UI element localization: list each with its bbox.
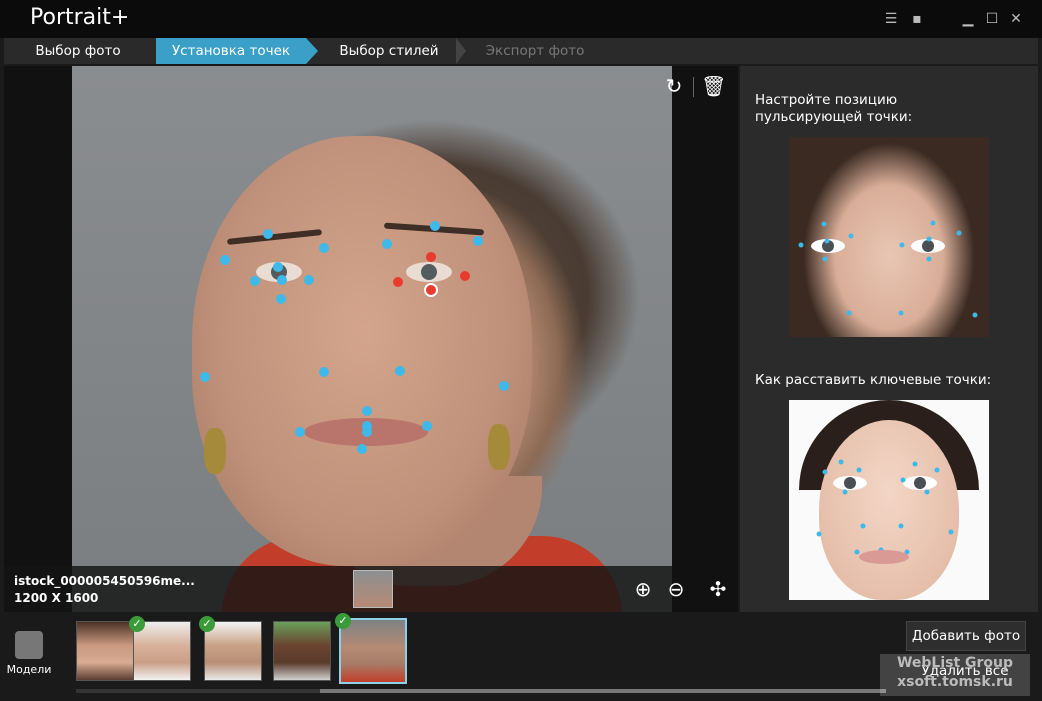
app-window: Portrait+ ☰ ▪ ▁ ☐ ✕ Выбор фото Установка… — [0, 0, 1042, 701]
file-name: istock_000005450596me... — [14, 574, 195, 588]
check-icon: ✓ — [199, 616, 215, 632]
app-title: Portrait+ — [30, 5, 130, 30]
key-point[interactable] — [422, 421, 432, 431]
title-bar: Portrait+ ☰ ▪ ▁ ☐ ✕ — [0, 0, 1042, 38]
key-point[interactable] — [220, 255, 230, 265]
key-point[interactable] — [357, 444, 367, 454]
close-icon[interactable]: ✕ — [1007, 10, 1025, 28]
photo-thumbnail-selected[interactable] — [339, 618, 407, 684]
check-icon: ✓ — [129, 616, 145, 632]
scrollbar-thumb[interactable] — [320, 689, 886, 693]
watermark: WebList Group xsoft.tomsk.ru — [880, 654, 1030, 696]
right-eye — [406, 262, 452, 282]
zoom-out-icon[interactable]: ⊖ — [664, 578, 688, 602]
models-button[interactable]: Модели — [4, 625, 54, 685]
key-point[interactable] — [362, 406, 372, 416]
divider — [693, 77, 694, 97]
step-set-points[interactable]: Установка точек — [156, 38, 306, 64]
step-arrow — [456, 38, 466, 64]
key-point[interactable] — [395, 366, 405, 376]
step-arrow — [306, 38, 318, 64]
wizard-steps: Выбор фото Установка точек Выбор стилей … — [4, 38, 1038, 64]
active-point[interactable] — [393, 277, 403, 287]
chat-icon[interactable]: ▪ — [908, 10, 926, 28]
file-dimensions: 1200 X 1600 — [14, 591, 99, 605]
key-point[interactable] — [263, 229, 273, 239]
active-point[interactable] — [460, 271, 470, 281]
key-point[interactable] — [276, 294, 286, 304]
pulsing-point[interactable] — [424, 283, 438, 297]
reference-pulsing-image — [789, 137, 989, 337]
maximize-icon[interactable]: ☐ — [983, 10, 1001, 28]
key-point[interactable] — [200, 372, 210, 382]
key-point[interactable] — [277, 275, 287, 285]
models-label: Модели — [6, 663, 52, 676]
photo-info-bar — [4, 566, 672, 612]
add-photo-button[interactable]: Добавить фото — [906, 621, 1026, 651]
face — [192, 136, 532, 566]
key-point[interactable] — [430, 221, 440, 231]
key-point[interactable] — [499, 381, 509, 391]
active-point[interactable] — [426, 252, 436, 262]
step-select-photo[interactable]: Выбор фото — [4, 38, 152, 64]
reference-guide-image — [789, 400, 989, 600]
photo-preview-thumbnail[interactable] — [353, 570, 393, 608]
check-icon: ✓ — [335, 613, 351, 629]
zoom-in-icon[interactable]: ⊕ — [631, 578, 655, 602]
step-export-photo: Экспорт фото — [485, 43, 585, 59]
photo-thumbnail[interactable] — [76, 621, 134, 681]
watermark-line1: WebList Group — [896, 655, 1014, 671]
fit-screen-icon[interactable]: ✣ — [706, 578, 730, 602]
key-points-guide-title: Как расставить ключевые точки: — [755, 372, 992, 388]
right-earring — [488, 424, 510, 470]
key-point[interactable] — [382, 239, 392, 249]
portrait-photo[interactable] — [72, 66, 672, 612]
person-icon — [15, 631, 43, 659]
key-point[interactable] — [295, 427, 305, 437]
left-earring — [204, 428, 226, 474]
key-point[interactable] — [273, 262, 283, 272]
rotate-icon[interactable]: ↻ — [662, 75, 686, 99]
photo-thumbnail[interactable] — [273, 621, 331, 681]
key-point[interactable] — [362, 427, 372, 437]
key-point[interactable] — [319, 243, 329, 253]
watermark-line2: xsoft.tomsk.ru — [897, 674, 1013, 690]
step-select-styles[interactable]: Выбор стилей — [322, 38, 456, 64]
menu-icon[interactable]: ☰ — [882, 10, 900, 28]
key-point[interactable] — [473, 236, 483, 246]
trash-icon[interactable]: 🗑 — [701, 75, 726, 99]
photo-thumbnail[interactable] — [204, 621, 262, 681]
minimize-icon[interactable]: ▁ — [959, 10, 977, 28]
key-point[interactable] — [319, 367, 329, 377]
pulsing-point-hint: Настройте позицию пульсирующей точки: — [755, 92, 913, 125]
key-point[interactable] — [304, 275, 314, 285]
key-point[interactable] — [250, 276, 260, 286]
